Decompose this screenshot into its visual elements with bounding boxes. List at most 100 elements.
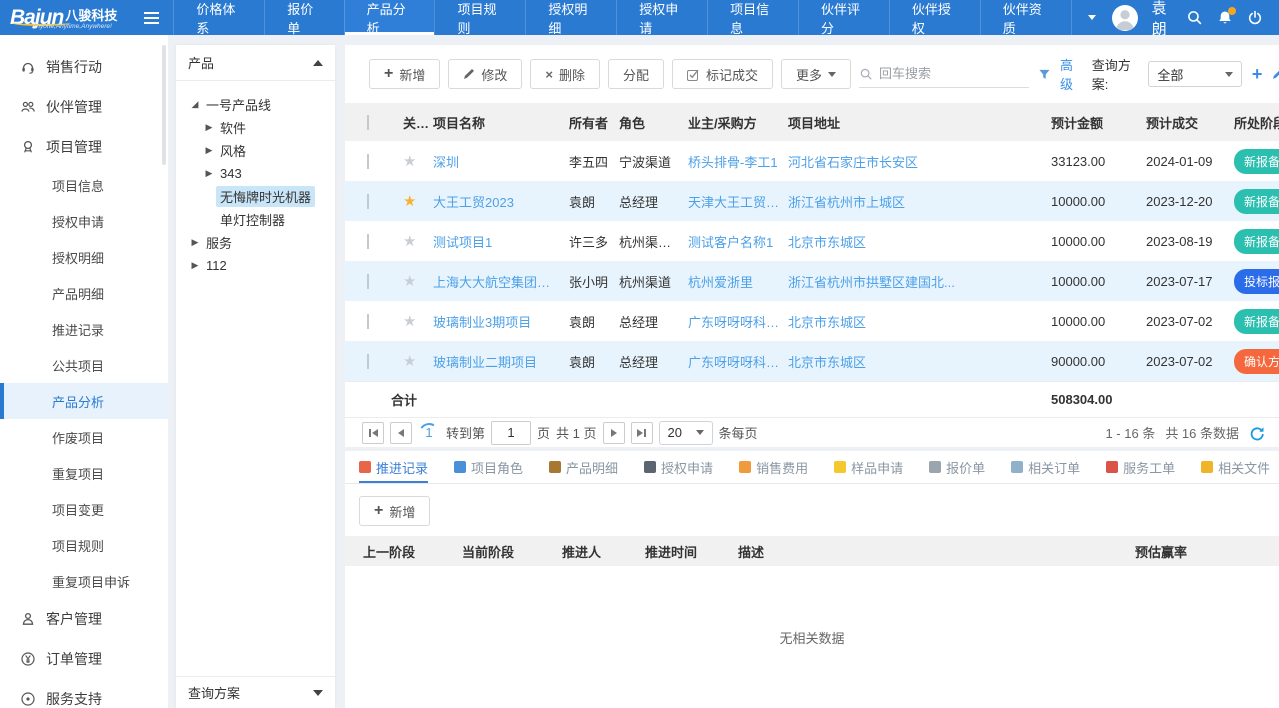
project-name-link[interactable]: 上海大大航空集团总部大楼...	[433, 272, 569, 291]
add-button[interactable]: + 新增	[369, 59, 440, 89]
sidebar-item[interactable]: 推进记录	[0, 311, 168, 347]
row-checkbox[interactable]	[367, 234, 369, 249]
power-icon[interactable]	[1247, 10, 1263, 26]
detail-tab[interactable]: 授权申请	[644, 451, 713, 483]
sidebar-item[interactable]: 授权申请	[0, 203, 168, 239]
page-size-select[interactable]: 20	[659, 421, 713, 445]
tree-expander-icon[interactable]: ▶	[202, 145, 216, 156]
last-page-button[interactable]	[631, 422, 653, 444]
tree-expander-icon[interactable]: ▶	[188, 237, 202, 248]
sidebar-item[interactable]: 公共项目	[0, 347, 168, 383]
project-name-link[interactable]: 深圳	[433, 152, 569, 171]
detail-tab[interactable]: 项目角色	[454, 451, 523, 483]
filter-funnel-icon[interactable]	[1039, 68, 1050, 81]
buyer-link[interactable]: 广东呀呀呀科技有限...	[688, 312, 788, 331]
sidebar-item[interactable]: 授权明细	[0, 239, 168, 275]
next-page-button[interactable]	[603, 422, 625, 444]
star-icon[interactable]: ★	[403, 193, 416, 210]
address-link[interactable]: 北京市东城区	[788, 312, 1051, 331]
project-name-link[interactable]: 大王工贸2023	[433, 192, 569, 211]
delete-button[interactable]: × 删除	[530, 59, 600, 89]
project-name-link[interactable]: 玻璃制业3期项目	[433, 312, 569, 331]
tree-node[interactable]: ▶ 343	[182, 162, 329, 185]
row-checkbox[interactable]	[367, 194, 369, 209]
assign-button[interactable]: 分配	[608, 59, 664, 89]
star-icon[interactable]: ★	[403, 353, 416, 370]
detail-tab[interactable]: 报价单	[929, 451, 985, 483]
tree-expander-icon[interactable]: ▶	[188, 260, 202, 271]
nav-item[interactable]: 项目信息	[707, 0, 798, 35]
tree-expander-icon[interactable]: ◢	[188, 99, 202, 110]
tree-expander-icon[interactable]: ▶	[202, 168, 216, 179]
prev-page-button[interactable]	[390, 422, 412, 444]
nav-item[interactable]: 报价单	[264, 0, 343, 35]
refresh-icon[interactable]	[1249, 425, 1265, 441]
project-name-link[interactable]: 玻璃制业二期项目	[433, 352, 569, 371]
detail-tab[interactable]: 服务工单	[1106, 451, 1175, 483]
query-plan-footer[interactable]: 查询方案	[176, 676, 335, 708]
detail-tab[interactable]: 样品申请	[834, 451, 903, 483]
table-row[interactable]: ★ 玻璃制业3期项目 袁朗 总经理 广东呀呀呀科技有限... 北京市东城区 10…	[345, 301, 1279, 341]
bell-icon[interactable]	[1217, 10, 1233, 26]
nav-item[interactable]: 伙伴资质	[980, 0, 1071, 35]
query-plan-select[interactable]: 全部	[1148, 61, 1242, 87]
buyer-link[interactable]: 桥头排骨-李工1	[688, 152, 788, 171]
edit-button[interactable]: 修改	[448, 59, 522, 89]
detail-tab[interactable]: 产品明细	[549, 451, 618, 483]
user-name[interactable]: 袁朗	[1152, 0, 1172, 39]
sidebar-item[interactable]: 作废项目	[0, 419, 168, 455]
address-link[interactable]: 北京市东城区	[788, 232, 1051, 251]
sidebar-item[interactable]: 项目管理	[0, 127, 168, 167]
nav-item[interactable]: 伙伴授权	[889, 0, 980, 35]
star-icon[interactable]: ★	[403, 153, 416, 170]
table-row[interactable]: ★ 深圳 李五四 宁波渠道 桥头排骨-李工1 河北省石家庄市长安区 33123.…	[345, 141, 1279, 181]
buyer-link[interactable]: 天津大王工贸有限公司	[688, 192, 788, 211]
row-checkbox[interactable]	[367, 274, 369, 289]
mark-deal-button[interactable]: 标记成交	[672, 59, 773, 89]
add-plan-icon[interactable]: +	[1252, 65, 1263, 83]
nav-item[interactable]: 产品分析	[344, 0, 435, 35]
sidebar-scrollbar[interactable]	[162, 45, 166, 165]
address-link[interactable]: 浙江省杭州市拱墅区建国北...	[788, 272, 1051, 291]
row-checkbox[interactable]	[367, 354, 369, 369]
row-checkbox[interactable]	[367, 154, 369, 169]
tree-node[interactable]: ▶ 软件	[182, 116, 329, 139]
tree-expander-icon[interactable]: ▶	[202, 122, 216, 133]
detail-tab[interactable]: 推进记录	[359, 451, 428, 483]
buyer-link[interactable]: 广东呀呀呀科技有限...	[688, 352, 788, 371]
nav-item[interactable]: 价格体系	[173, 0, 264, 35]
menu-toggle-icon[interactable]	[130, 0, 173, 35]
nav-more-dropdown[interactable]	[1071, 0, 1112, 35]
buyer-link[interactable]: 测试客户名称1	[688, 232, 788, 251]
sidebar-item[interactable]: 重复项目申诉	[0, 563, 168, 599]
detail-tab[interactable]: 销售费用	[739, 451, 808, 483]
search-input[interactable]	[879, 66, 1029, 81]
select-all-checkbox[interactable]	[367, 115, 369, 130]
avatar[interactable]	[1112, 5, 1138, 31]
buyer-link[interactable]: 杭州爱浙里	[688, 272, 788, 291]
tree-node[interactable]: ▶ 112	[182, 254, 329, 277]
tree-node[interactable]: 无悔牌时光机器	[182, 185, 329, 208]
goto-page-input[interactable]	[491, 421, 531, 445]
collapse-up-icon[interactable]	[313, 60, 323, 66]
address-link[interactable]: 河北省石家庄市长安区	[788, 152, 1051, 171]
more-button[interactable]: 更多	[781, 59, 851, 89]
sidebar-item[interactable]: 订单管理	[0, 639, 168, 679]
star-icon[interactable]: ★	[403, 273, 416, 290]
sidebar-item[interactable]: 项目信息	[0, 167, 168, 203]
nav-item[interactable]: 项目规则	[434, 0, 525, 35]
sidebar-item[interactable]: 销售行动	[0, 47, 168, 87]
sidebar-item[interactable]: 重复项目	[0, 455, 168, 491]
nav-item[interactable]: 授权明细	[525, 0, 616, 35]
sidebar-item[interactable]: 产品明细	[0, 275, 168, 311]
address-link[interactable]: 浙江省杭州市上城区	[788, 192, 1051, 211]
sidebar-item[interactable]: 项目规则	[0, 527, 168, 563]
tree-node[interactable]: ▶ 风格	[182, 139, 329, 162]
search-icon[interactable]	[1186, 9, 1203, 26]
detail-add-button[interactable]: + 新增	[359, 496, 430, 526]
tree-node[interactable]: ◢ 一号产品线	[182, 93, 329, 116]
first-page-button[interactable]	[362, 422, 384, 444]
star-icon[interactable]: ★	[403, 313, 416, 330]
advanced-search-link[interactable]: 高级	[1060, 55, 1082, 93]
table-row[interactable]: ★ 大王工贸2023 袁朗 总经理 天津大王工贸有限公司 浙江省杭州市上城区 1…	[345, 181, 1279, 221]
